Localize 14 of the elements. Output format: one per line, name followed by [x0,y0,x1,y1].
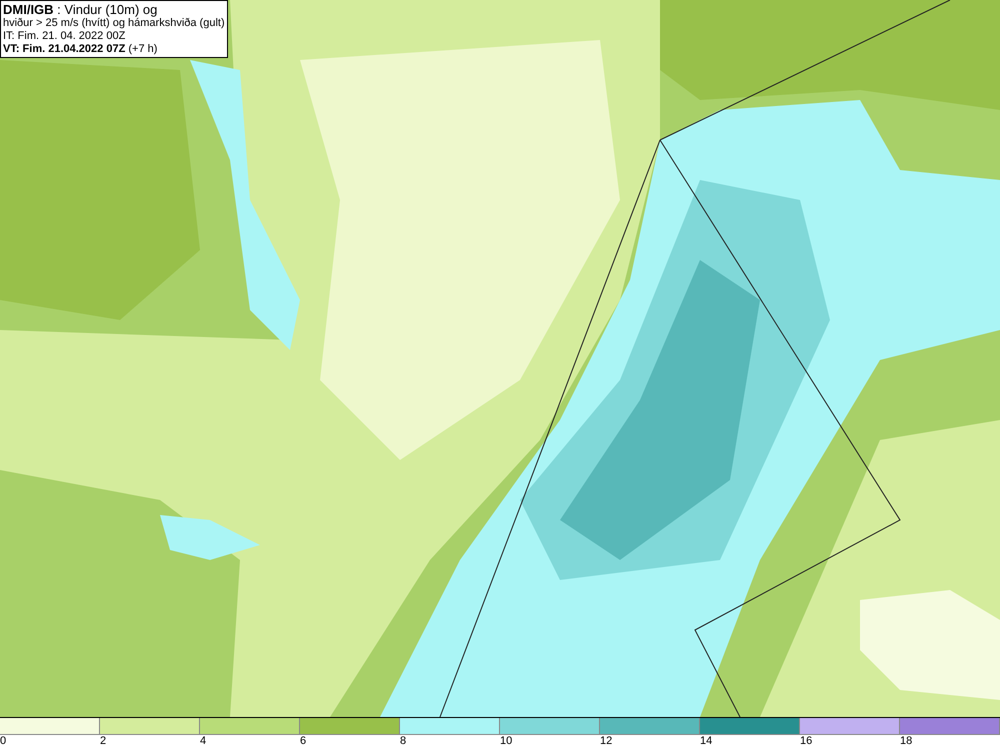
legend-tick-label: 18 [900,735,912,747]
legend-tick-label: 14 [700,735,712,747]
legend-tick-label: 10 [500,735,512,747]
legend-tick-label: 12 [600,735,612,747]
info-line: VT: Fim. 21.04.2022 07Z (+7 h) [3,43,158,56]
legend-tick-label: 4 [200,735,206,747]
info-line: hviður > 25 m/s (hvítt) og hámarkshviða (gult) [3,17,225,30]
legend-tick-label: 8 [400,735,406,747]
legend-tick-label: 6 [300,735,306,747]
info-line: DMI/IGB : Vindur (10m) og [3,2,158,17]
info-line: IT: Fim. 21. 04. 2022 00Z [3,30,126,43]
legend-tick-label: 0 [0,735,6,747]
legend-tick-label: 2 [100,735,106,747]
legend-tick-label: 16 [800,735,812,747]
